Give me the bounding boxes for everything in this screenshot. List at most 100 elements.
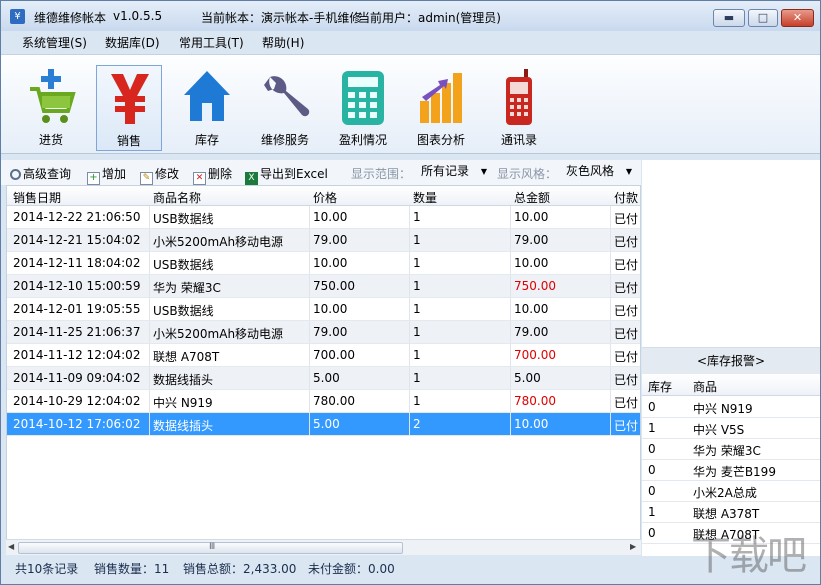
column-divider — [510, 298, 511, 320]
list-item[interactable]: 0 小米2A总成 — [642, 481, 820, 502]
cell-name: 联想 A708T — [153, 350, 220, 364]
maximize-button[interactable]: □ — [748, 9, 778, 27]
edit-button[interactable]: ✎ 修改 — [140, 165, 179, 185]
watermark: 下载吧 — [691, 533, 807, 579]
tool-stock[interactable]: 库存 — [174, 65, 240, 151]
col-price[interactable]: 价格 — [313, 189, 337, 206]
list-item[interactable]: 0 中兴 N919 — [642, 397, 820, 418]
col-name[interactable]: 商品名称 — [153, 189, 201, 206]
list-item[interactable]: 0 华为 荣耀3C — [642, 439, 820, 460]
add-button[interactable]: + 增加 — [87, 165, 126, 185]
cell-qty: 1 — [413, 394, 421, 408]
table-row[interactable]: 2014-10-12 17:06:02 数据线插头 5.00 2 10.00 已付 — [7, 413, 640, 436]
tool-purchase[interactable]: 进货 — [18, 65, 84, 151]
column-divider — [409, 298, 410, 320]
menu-database[interactable]: 数据库(D) — [105, 34, 160, 51]
list-item[interactable]: 1 中兴 V5S — [642, 418, 820, 439]
tool-repair[interactable]: 维修服务 — [252, 65, 318, 151]
column-divider — [510, 275, 511, 297]
stock-qty: 0 — [648, 526, 656, 540]
style-select[interactable]: 灰色风格 ▼ — [552, 162, 636, 182]
column-divider — [510, 413, 511, 435]
magnifier-icon — [10, 169, 21, 180]
cell-pay: 已付 — [614, 281, 639, 295]
cell-name: USB数据线 — [153, 304, 214, 318]
title-bar: ¥ 维德维修帐本 v1.0.5.5 当前帐本：演示帐本-手机维修 当前用户：ad… — [1, 1, 820, 31]
cell-date: 2014-10-29 12:04:02 — [13, 394, 141, 408]
wrench-icon — [264, 76, 310, 117]
tool-purchase-label: 进货 — [38, 133, 63, 147]
list-item[interactable]: 0 华为 麦芒B199 — [642, 460, 820, 481]
column-divider — [309, 206, 310, 228]
list-item[interactable]: 1 联想 A378T — [642, 502, 820, 523]
close-button[interactable]: ✕ — [781, 9, 814, 27]
column-divider — [409, 367, 410, 389]
col-product[interactable]: 商品 — [693, 378, 717, 395]
scroll-right-icon[interactable]: ▶ — [630, 542, 636, 551]
column-divider — [610, 321, 611, 343]
cell-price: 79.00 — [313, 233, 348, 247]
sales-total: 销售总额：2,433.00 — [183, 562, 297, 576]
delete-button[interactable]: ✕ 删除 — [193, 165, 232, 185]
table-row[interactable]: 2014-12-21 15:04:02 小米5200mAh移动电源 79.00 1 79… — [7, 229, 640, 252]
col-stock[interactable]: 库存 — [648, 378, 672, 395]
column-divider — [510, 321, 511, 343]
menu-system[interactable]: 系统管理(S) — [22, 34, 87, 51]
table-row[interactable]: 2014-11-09 09:04:02 数据线插头 5.00 1 5.00 已付 — [7, 367, 640, 390]
cell-total: 79.00 — [514, 325, 549, 339]
column-divider — [510, 206, 511, 228]
table-row[interactable]: 2014-11-12 12:04:02 联想 A708T 700.00 1 700.00… — [7, 344, 640, 367]
stock-alert-title: <库存报警> — [642, 348, 820, 374]
column-divider — [510, 344, 511, 366]
tool-chart[interactable]: 图表分析 — [408, 65, 474, 151]
scroll-grip-icon: Ⅲ — [209, 542, 216, 552]
house-icon — [184, 71, 230, 121]
advanced-search-button[interactable]: 高级查询 — [10, 165, 71, 182]
menu-help[interactable]: 帮助(H) — [262, 34, 304, 51]
cell-name: 小米5200mAh移动电源 — [153, 235, 284, 249]
col-date[interactable]: 销售日期 — [13, 189, 61, 206]
stock-alert-header: 库存 商品 — [642, 374, 820, 396]
tool-sales[interactable]: 销售 — [96, 65, 162, 151]
column-divider — [309, 321, 310, 343]
stock-qty: 0 — [648, 463, 656, 477]
record-count: 共10条记录 — [15, 562, 79, 576]
menu-tools[interactable]: 常用工具(T) — [179, 34, 244, 51]
cell-price: 750.00 — [313, 279, 355, 293]
tool-repair-label: 维修服务 — [260, 133, 309, 147]
tool-contacts[interactable]: 通讯录 — [486, 65, 552, 151]
table-row[interactable]: 2014-12-11 18:04:02 USB数据线 10.00 1 10.00 已付 — [7, 252, 640, 275]
app-window: ¥ 维德维修帐本 v1.0.5.5 当前帐本：演示帐本-手机维修 当前用户：ad… — [0, 0, 821, 585]
table-row[interactable]: 2014-11-25 21:06:37 小米5200mAh移动电源 79.00 1 79… — [7, 321, 640, 344]
cell-total: 79.00 — [514, 233, 549, 247]
cell-date: 2014-10-12 17:06:02 — [13, 417, 141, 431]
col-total[interactable]: 总金额 — [514, 189, 550, 206]
column-divider — [309, 390, 310, 412]
tool-profit[interactable]: 盈利情况 — [330, 65, 396, 151]
table-row[interactable]: 2014-12-01 19:05:55 USB数据线 10.00 1 10.00 已付 — [7, 298, 640, 321]
app-title: 维德维修帐本 — [34, 11, 107, 25]
horizontal-scrollbar[interactable]: ◀ Ⅲ ▶ — [6, 539, 641, 555]
col-pay[interactable]: 付款 — [614, 189, 638, 206]
scroll-left-icon[interactable]: ◀ — [8, 542, 14, 551]
export-excel-button[interactable]: X 导出到Excel — [245, 165, 328, 185]
cell-price: 5.00 — [313, 371, 340, 385]
sales-quantity: 销售数量：11 — [94, 562, 170, 576]
unpaid-amount: 未付金额：0.00 — [308, 562, 395, 576]
table-row[interactable]: 2014-12-10 15:00:59 华为 荣耀3C 750.00 1 750.00 已… — [7, 275, 640, 298]
sales-table[interactable]: 销售日期 商品名称 价格 数量 总金额 付款 2014-12-22 21:06:… — [6, 185, 641, 540]
tool-stock-label: 库存 — [194, 133, 219, 147]
scroll-thumb[interactable]: Ⅲ — [18, 542, 403, 554]
cell-name: 华为 荣耀3C — [153, 281, 221, 295]
column-divider — [309, 252, 310, 274]
column-divider — [409, 252, 410, 274]
minimize-button[interactable]: ▬ — [713, 9, 745, 27]
table-row[interactable]: 2014-12-22 21:06:50 USB数据线 10.00 1 10.00 已付 — [7, 206, 640, 229]
range-select[interactable]: 所有记录 ▼ — [407, 162, 491, 182]
col-qty[interactable]: 数量 — [413, 189, 437, 206]
right-top-area — [642, 160, 820, 348]
stock-product: 华为 麦芒B199 — [693, 465, 776, 479]
column-divider — [610, 390, 611, 412]
cell-date: 2014-11-25 21:06:37 — [13, 325, 141, 339]
table-row[interactable]: 2014-10-29 12:04:02 中兴 N919 780.00 1 780.00 已… — [7, 390, 640, 413]
